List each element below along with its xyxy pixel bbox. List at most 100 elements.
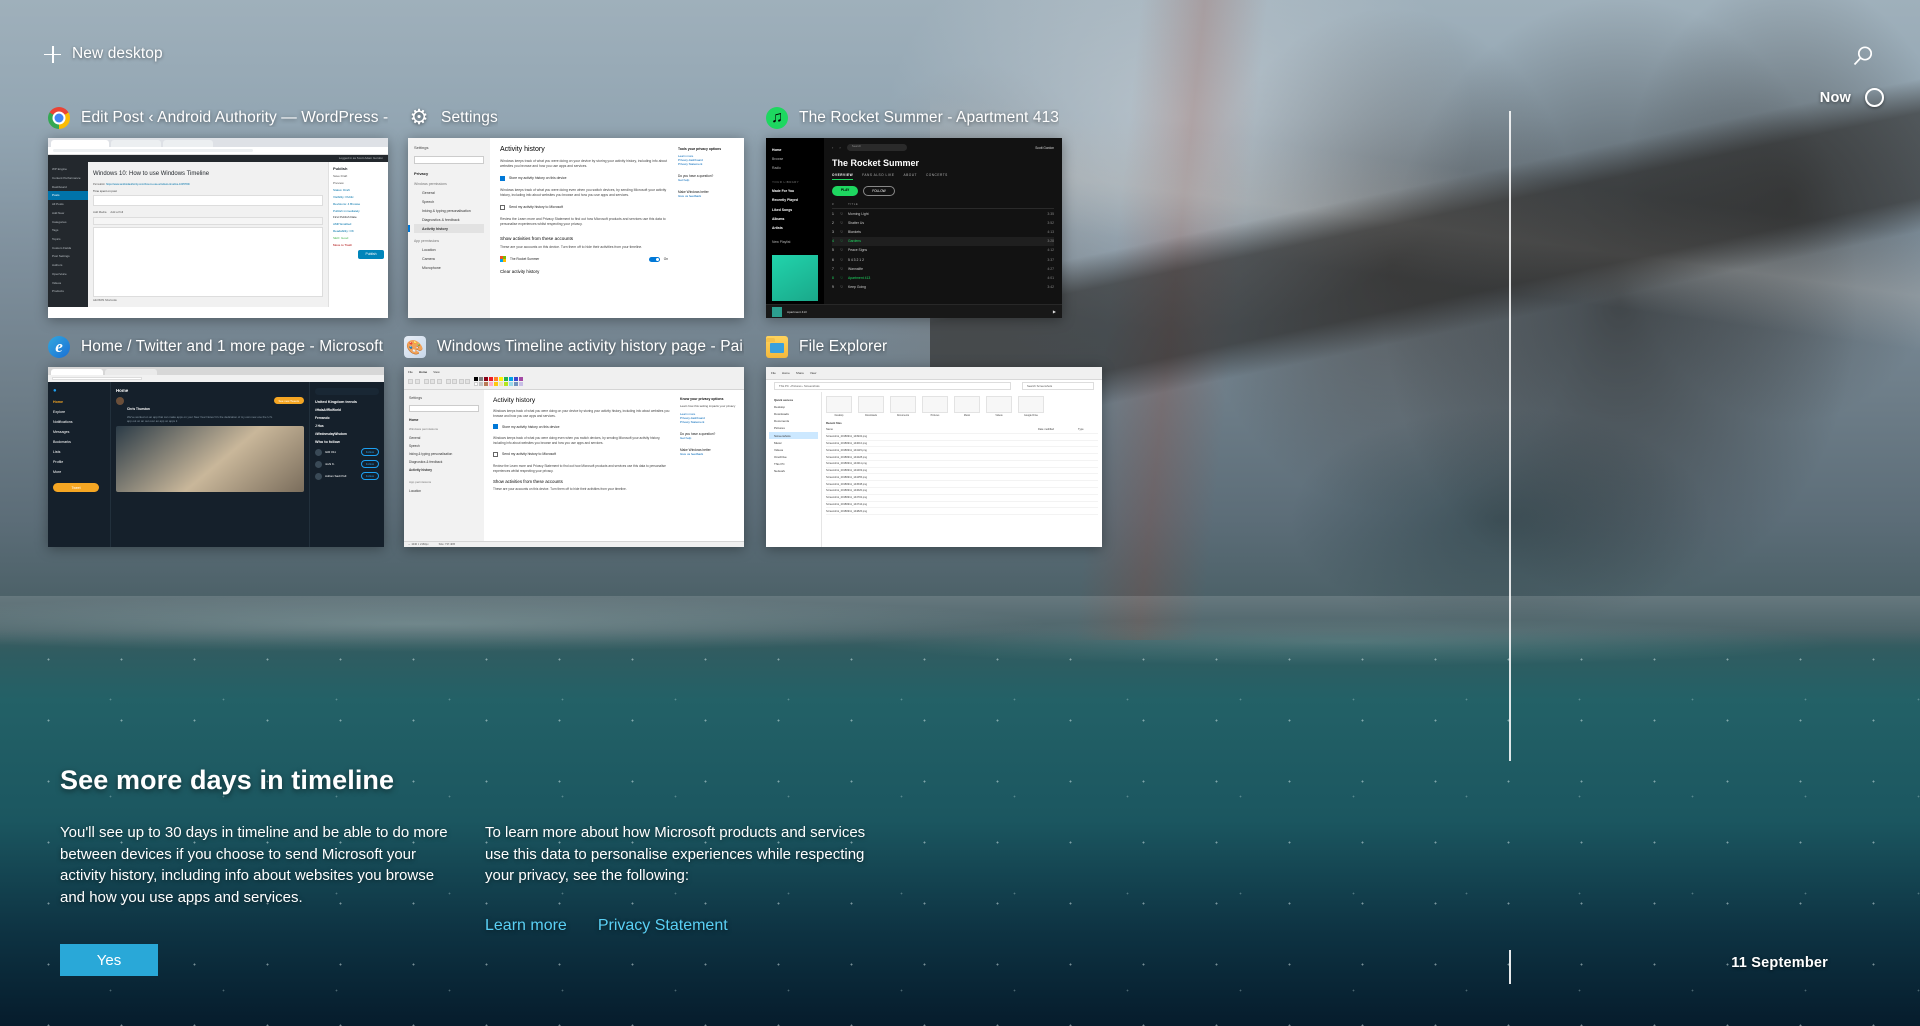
settings-nav-location[interactable]: Location bbox=[414, 246, 484, 255]
paint-shape-tools[interactable] bbox=[445, 379, 470, 384]
wp-sidebar-item[interactable]: Custom Fields bbox=[48, 243, 88, 252]
follow-button[interactable]: Follow bbox=[360, 448, 379, 456]
twitter-see-new-tweets[interactable]: See new Tweets bbox=[273, 397, 304, 404]
spotify-track-row[interactable]: 2 ♡ Shatter Us 3:52 bbox=[832, 218, 1054, 227]
explorer-file-row[interactable]: Screenshot_20180911_144826.png bbox=[826, 508, 1098, 516]
follow-button[interactable]: Follow bbox=[360, 460, 379, 468]
play-pause-icon[interactable]: ▶ bbox=[1053, 309, 1056, 314]
spotify-track-row[interactable]: 5 ♡ Peace Signs 4:12 bbox=[832, 246, 1054, 255]
window-thumbnail-chrome-wordpress[interactable]: Edit Post ‹ Android Authority — WordPres… bbox=[48, 102, 388, 318]
window-preview[interactable]: ● Home Explore Notifications Messages Bo… bbox=[48, 367, 384, 547]
browser-tab[interactable] bbox=[163, 140, 213, 147]
trend-name[interactable]: #WednesdayWisdom bbox=[315, 432, 379, 436]
wp-sidebar-item[interactable]: OpenVoice bbox=[48, 270, 88, 279]
timeline-scrubber[interactable]: Now bbox=[1800, 0, 1920, 1026]
paint-tab-view[interactable]: View bbox=[433, 370, 439, 374]
paint-color-palette[interactable] bbox=[474, 377, 523, 386]
wp-add-shortcode-button[interactable]: Add BWS Shortcode bbox=[93, 299, 323, 303]
explorer-nav-item[interactable]: Pictures bbox=[769, 425, 818, 432]
explorer-address-bar[interactable]: This PC › Pictures › Screenshots bbox=[774, 382, 1011, 390]
wp-sidebar-item[interactable]: Dashboard bbox=[48, 182, 88, 191]
explorer-file-list[interactable]: Desktop Downloads Documents Pictures Mus… bbox=[822, 392, 1102, 547]
explorer-tab-home[interactable]: Home bbox=[782, 371, 790, 375]
paint-image-tools[interactable] bbox=[423, 379, 442, 384]
browser-tab[interactable] bbox=[51, 140, 109, 147]
settings-home-label[interactable]: Settings bbox=[414, 145, 484, 150]
search-icon[interactable] bbox=[1850, 44, 1876, 70]
paint-tab-home[interactable]: Home bbox=[419, 370, 427, 374]
explorer-list-header[interactable]: Name Date modified Type bbox=[826, 427, 1098, 434]
paint-tab-file[interactable]: File bbox=[408, 370, 413, 374]
tweet-image[interactable] bbox=[116, 426, 304, 493]
window-preview[interactable]: File Home View Settings Home Windows per… bbox=[404, 367, 744, 547]
follow-button[interactable]: Follow bbox=[360, 472, 379, 480]
wp-move-to-trash[interactable]: Move to Trash bbox=[333, 243, 384, 247]
settings-right-feedback[interactable]: Give us feedback bbox=[678, 194, 738, 198]
promo-yes-button[interactable]: Yes bbox=[60, 944, 158, 977]
explorer-tab-share[interactable]: Share bbox=[796, 371, 804, 375]
explorer-file-row[interactable]: Screenshot_20180911_144702.png bbox=[826, 495, 1098, 502]
wp-publish-time[interactable]: Publish immediately bbox=[333, 209, 384, 213]
heart-icon[interactable]: ♡ bbox=[840, 239, 848, 243]
spotify-nav-recently-played[interactable]: Recently Played bbox=[772, 196, 818, 205]
new-desktop-button[interactable]: New desktop bbox=[44, 40, 163, 68]
paint-canvas[interactable]: Settings Home Windows permissions Genera… bbox=[404, 390, 744, 541]
spotify-play-button[interactable]: PLAY bbox=[832, 186, 859, 196]
heart-icon[interactable]: ♡ bbox=[840, 230, 848, 234]
explorer-file-row[interactable]: Screenshot_20180911_144010.png bbox=[826, 441, 1098, 448]
suggestion-name[interactable]: Adrian Sadi Pell bbox=[325, 474, 358, 478]
twitter-nav-profile[interactable]: Profile bbox=[53, 457, 105, 467]
wp-visibility[interactable]: Visibility: Public bbox=[333, 195, 384, 199]
explorer-folder-tile[interactable]: Downloads bbox=[858, 396, 884, 417]
wp-sidebar-item[interactable]: Add New bbox=[48, 209, 88, 218]
window-thumbnail-spotify[interactable]: ♫ The Rocket Summer - Apartment 413 Home… bbox=[766, 102, 1062, 318]
twitter-nav-more[interactable]: More bbox=[53, 467, 105, 477]
wp-sidebar-item[interactable]: Tags bbox=[48, 226, 88, 235]
spotify-sidebar[interactable]: Home Browse Radio YOUR LIBRARY Made For … bbox=[766, 138, 824, 318]
settings-nav-diagnostics[interactable]: Diagnostics & feedback bbox=[414, 215, 484, 224]
spotify-track-row[interactable]: 1 ♡ Morning Light 3:35 bbox=[832, 209, 1054, 218]
settings-right-link[interactable]: Privacy Statement bbox=[678, 162, 738, 166]
explorer-nav-item[interactable]: Downloads bbox=[769, 410, 818, 417]
spotify-track-row[interactable]: 4 ♡ Gardens 3:28 bbox=[832, 236, 1054, 246]
explorer-quick-access-grid[interactable]: Desktop Downloads Documents Pictures Mus… bbox=[826, 396, 1098, 417]
twitter-tweet-button[interactable]: Tweet bbox=[53, 483, 99, 492]
timeline-scrubber-handle[interactable] bbox=[1865, 88, 1884, 107]
twitter-sidebar[interactable]: ● Home Explore Notifications Messages Bo… bbox=[48, 382, 110, 547]
spotify-nav-artists[interactable]: Artists bbox=[772, 223, 818, 232]
wp-sidebar-item[interactable]: WP Engine bbox=[48, 165, 88, 174]
spotify-tab-concerts[interactable]: CONCERTS bbox=[926, 173, 948, 180]
spotify-now-playing-bar[interactable]: Apartment 413 ▶ bbox=[766, 304, 1062, 318]
spotify-user-name[interactable]: Scott Gordon bbox=[1035, 146, 1054, 150]
promo-learn-more-link[interactable]: Learn more bbox=[485, 917, 567, 935]
spotify-nav-liked-songs[interactable]: Liked Songs bbox=[772, 205, 818, 214]
heart-icon[interactable]: ♡ bbox=[840, 248, 848, 252]
heart-icon[interactable]: ♡ bbox=[840, 221, 848, 225]
spotify-tab-about[interactable]: ABOUT bbox=[903, 173, 916, 180]
trend-name[interactable]: Fernando bbox=[315, 416, 379, 420]
wp-revisions[interactable]: Revisions: 4 Browse bbox=[333, 202, 384, 206]
heart-icon[interactable]: ♡ bbox=[840, 258, 848, 262]
spotify-search-input[interactable]: Search bbox=[846, 144, 907, 151]
settings-nav-camera[interactable]: Camera bbox=[414, 255, 484, 264]
twitter-nav-home[interactable]: Home bbox=[53, 397, 105, 407]
explorer-search-input[interactable]: Search Screenshots bbox=[1022, 382, 1094, 390]
explorer-file-row[interactable]: Screenshot_20180911_144538.png bbox=[826, 481, 1098, 489]
explorer-folder-tile[interactable]: Videos bbox=[986, 396, 1012, 417]
settings-checkbox-send-microsoft[interactable]: Send my activity history to Microsoft bbox=[500, 204, 668, 210]
explorer-detail-list[interactable]: Name Date modified Type Screenshot_20180… bbox=[826, 427, 1098, 516]
window-thumbnail-paint[interactable]: 🎨 Windows Timeline activity history page… bbox=[404, 331, 744, 547]
wp-amp-enabled[interactable]: AMP Enabled bbox=[333, 222, 384, 226]
twitter-nav-notifications[interactable]: Notifications bbox=[53, 417, 105, 427]
twitter-bird-icon[interactable]: ● bbox=[53, 388, 105, 394]
heart-icon[interactable]: ♡ bbox=[840, 212, 848, 216]
paint-ribbon[interactable]: File Home View bbox=[404, 367, 744, 390]
settings-nav-general[interactable]: General bbox=[414, 189, 484, 198]
heart-icon[interactable]: ♡ bbox=[840, 276, 848, 280]
explorer-nav-item[interactable]: Music bbox=[769, 439, 818, 446]
spotify-track-row[interactable]: 3 ♡ Blankets 4:13 bbox=[832, 227, 1054, 236]
spotify-tab-fans-also-like[interactable]: FANS ALSO LIKE bbox=[862, 173, 894, 180]
window-preview[interactable]: File Home Share View This PC › Pictures … bbox=[766, 367, 1102, 547]
wp-sidebar-item[interactable]: All Posts bbox=[48, 200, 88, 209]
explorer-file-row[interactable]: Screenshot_20180911_144228.png bbox=[826, 454, 1098, 461]
